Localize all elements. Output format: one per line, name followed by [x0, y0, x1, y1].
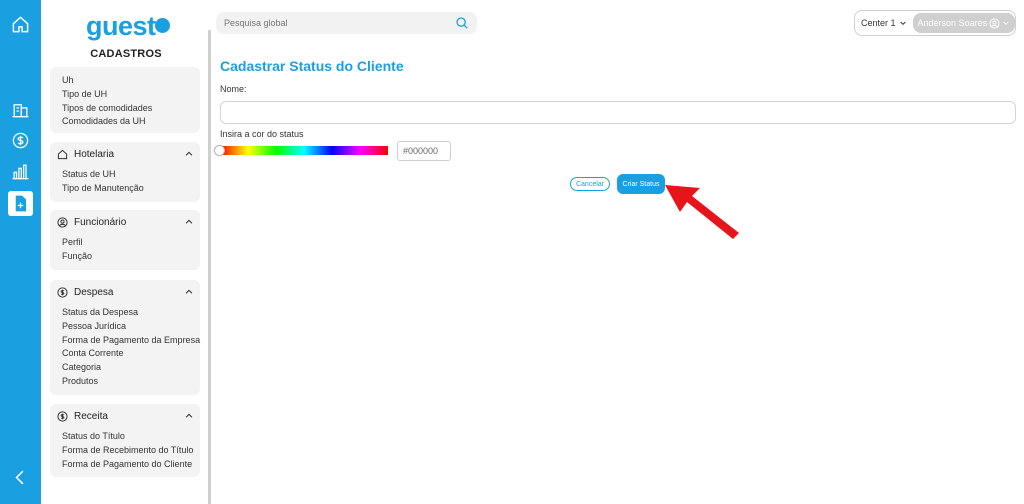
sidebar-group-header-hotelaria[interactable]: Hotelaria — [50, 142, 200, 166]
create-status-button[interactable]: Criar Status — [617, 174, 665, 194]
page-title: Cadastrar Status do Cliente — [220, 58, 404, 74]
name-label: Nome: — [220, 84, 247, 94]
sidebar-item-perfil[interactable]: Perfil — [62, 236, 188, 250]
sidebar-group-despesa: Despesa Status da Despesa Pessoa Jurídic… — [50, 280, 200, 395]
document-add-icon[interactable] — [8, 191, 33, 216]
chevron-left-icon[interactable] — [8, 465, 33, 490]
global-search — [216, 12, 477, 34]
center-select-value: Center 1 — [861, 18, 896, 28]
home-icon — [56, 148, 68, 160]
sidebar-item-tipo-de-uh[interactable]: Tipo de UH — [62, 88, 188, 102]
sidebar-group-uh: Uh Tipo de UH Tipos de comodidades Comod… — [50, 67, 200, 133]
chevron-down-icon — [1003, 21, 1009, 26]
search-input[interactable] — [224, 18, 455, 28]
header-context-selector: Center 1 Anderson Soares — [854, 10, 1016, 36]
sidebar-item-produtos[interactable]: Produtos — [62, 375, 188, 389]
sidebar-item-status-do-titulo[interactable]: Status do Título — [62, 430, 188, 444]
sidebar-group-label: Hotelaria — [74, 148, 115, 160]
home-icon[interactable] — [8, 12, 33, 37]
sidebar-scrollbar[interactable] — [208, 30, 211, 504]
user-circle-icon — [989, 17, 1000, 29]
sidebar-item-conta-corrente[interactable]: Conta Corrente — [62, 347, 188, 361]
sidebar-item-forma-de-pagamento-do-cliente[interactable]: Forma de Pagamento do Cliente — [62, 458, 192, 472]
color-label: Insira a cor do status — [220, 129, 304, 139]
sidebar-item-categoria[interactable]: Categoria — [62, 361, 188, 375]
color-hex-field[interactable]: #000000 — [397, 141, 451, 161]
dollar-icon — [56, 286, 68, 298]
sidebar-item-pessoa-juridica[interactable]: Pessoa Jurídica — [62, 320, 188, 334]
logo-dot-icon — [154, 18, 170, 34]
sidebar-group-hotelaria: Hotelaria Status de UH Tipo de Manutençã… — [50, 142, 200, 202]
chevron-up-icon[interactable] — [184, 149, 194, 159]
sidebar-item-funcao[interactable]: Função — [62, 250, 188, 264]
dollar-icon — [56, 410, 68, 422]
name-field[interactable] — [220, 101, 1016, 124]
user-menu[interactable]: Anderson Soares — [912, 13, 1016, 33]
sidebar-group-header-despesa[interactable]: Despesa — [50, 280, 200, 304]
sidebar-item-tipo-de-manutencao[interactable]: Tipo de Manutenção — [62, 182, 188, 196]
user-name: Anderson Soares — [917, 18, 988, 28]
sidebar-item-forma-de-pagamento-da-empresa[interactable]: Forma de Pagamento da Empresa — [62, 334, 200, 348]
user-circle-icon — [56, 216, 68, 228]
annotation-arrow-icon — [665, 185, 739, 239]
nav-rail — [0, 0, 41, 504]
dollar-icon[interactable] — [8, 128, 33, 153]
chevron-up-icon[interactable] — [184, 217, 194, 227]
sidebar-group-label: Funcionário — [74, 216, 127, 228]
sidebar-group-receita: Receita Status do Título Forma de Recebi… — [50, 404, 200, 477]
search-icon[interactable] — [455, 16, 469, 30]
chevron-up-icon[interactable] — [184, 411, 194, 421]
center-select[interactable]: Center 1 — [861, 18, 907, 28]
sidebar-group-header-receita[interactable]: Receita — [50, 404, 200, 428]
sidebar-section-title: CADASTROS — [90, 48, 162, 60]
sidebar-item-uh[interactable]: Uh — [62, 74, 188, 88]
sidebar-item-status-de-uh[interactable]: Status de UH — [62, 168, 188, 182]
building-icon[interactable] — [8, 97, 33, 122]
sidebar-group-label: Receita — [74, 410, 108, 422]
sidebar-group-header-funcionario[interactable]: Funcionário — [50, 210, 200, 234]
sidebar-item-tipos-de-comodidades[interactable]: Tipos de comodidades — [62, 102, 188, 116]
sidebar-item-status-da-despesa[interactable]: Status da Despesa — [62, 306, 188, 320]
sidebar-group-funcionario: Funcionário Perfil Função — [50, 210, 200, 270]
chevron-down-icon — [899, 21, 906, 26]
chevron-up-icon[interactable] — [184, 287, 194, 297]
cancel-button[interactable]: Cancelar — [570, 177, 610, 191]
hue-slider-handle[interactable] — [214, 145, 225, 156]
sidebar-item-forma-de-recebimento-do-titulo[interactable]: Forma de Recebimento do Título — [62, 444, 193, 458]
logo: guest — [86, 11, 170, 42]
sidebar-item-comodidades-da-uh[interactable]: Comodidades da UH — [62, 115, 188, 129]
sidebar-group-label: Despesa — [74, 286, 114, 298]
hue-slider[interactable] — [220, 146, 388, 155]
bar-chart-icon[interactable] — [8, 159, 33, 184]
